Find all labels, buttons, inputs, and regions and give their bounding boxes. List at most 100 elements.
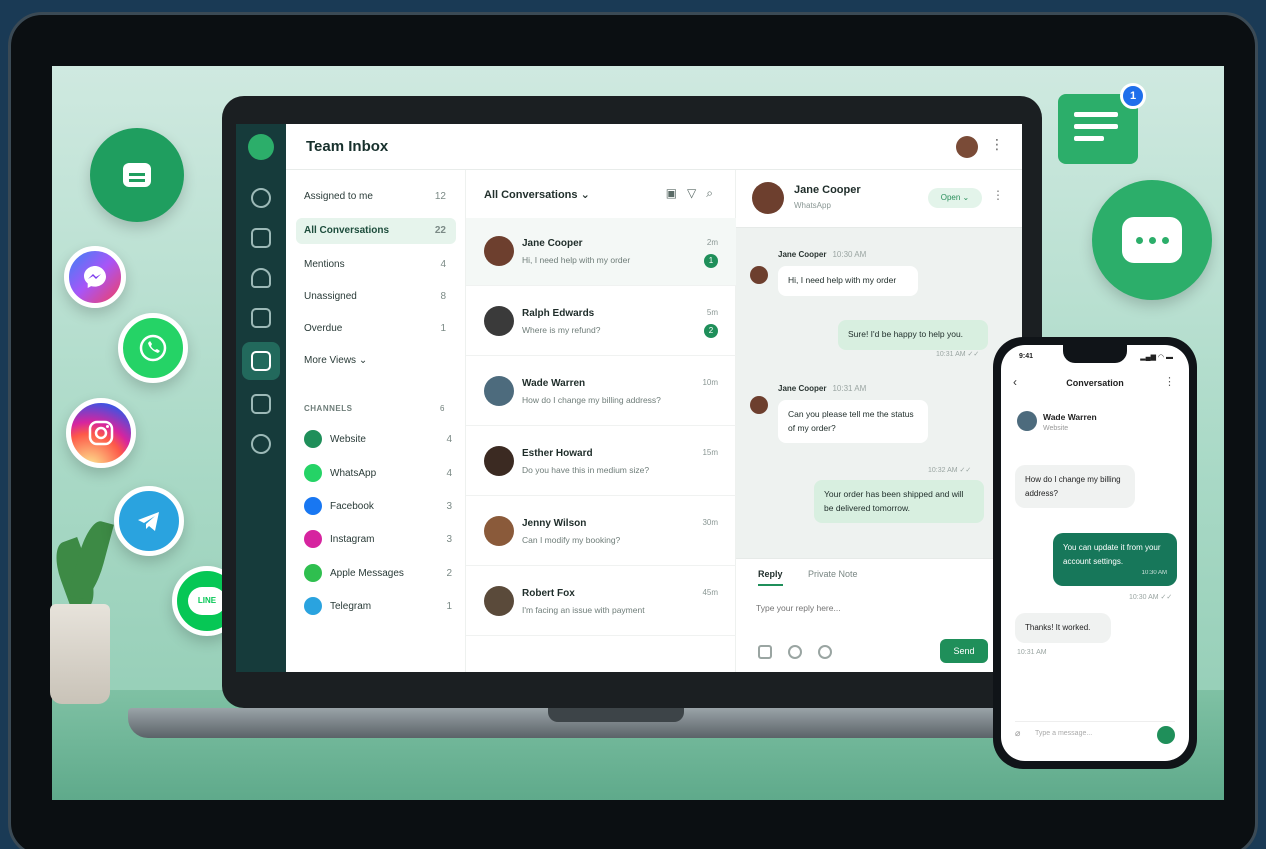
view-count: 22 — [434, 225, 446, 236]
view-overdue[interactable]: Overdue 1 — [296, 316, 456, 342]
views-panel: Assigned to me 12 All Conversations 22 Men… — [286, 170, 466, 672]
chat-pane: Jane Cooper WhatsApp Open ⌄ ⋮ Jane Coope… — [736, 170, 1022, 672]
view-count: 12 — [434, 191, 446, 202]
status-icons: ▂▄▆ ◠ ▬ — [1140, 354, 1173, 361]
message-preview: Hi, I need help with my order — [522, 255, 631, 265]
channel-apple-messages[interactable]: Apple Messages 2 — [304, 564, 456, 586]
contacts-icon[interactable] — [251, 268, 271, 288]
channel-count: 3 — [446, 534, 452, 545]
message-time: 10:31 AM ✓✓ — [936, 351, 980, 358]
view-all-conversations[interactable]: All Conversations 22 — [296, 218, 456, 244]
message-preview: Do you have this in medium size? — [522, 465, 650, 475]
view-count: 8 — [440, 291, 446, 302]
contact-name: Esther Howard — [522, 448, 593, 459]
conversation-item[interactable]: Esther Howard Do you have this in medium… — [466, 428, 736, 496]
outgoing-message: Your order has been shipped and will be … — [814, 480, 984, 524]
live-chat-icon — [1092, 180, 1212, 300]
conversation-item[interactable]: Ralph Edwards Where is my refund? 5m 2 — [466, 288, 736, 356]
list-tools[interactable]: ▣▽⌕ — [666, 186, 723, 201]
channel-label: Instagram — [330, 534, 375, 545]
user-avatar[interactable] — [956, 136, 978, 158]
conversation-item[interactable]: Wade Warren How do I change my billing a… — [466, 358, 736, 426]
instagram-icon — [304, 530, 322, 548]
status-dropdown[interactable]: Open ⌄ — [928, 188, 982, 208]
view-label: More Views ⌄ — [304, 355, 368, 366]
avatar — [484, 236, 514, 266]
view-count: 1 — [440, 323, 446, 334]
view-count: 4 — [440, 259, 446, 270]
conversation-item[interactable]: Robert Fox I'm facing an issue with paym… — [466, 568, 736, 636]
status-time: 9:41 — [1019, 353, 1034, 360]
message-preview: I'm facing an issue with payment — [522, 605, 645, 615]
plant-pot — [50, 604, 110, 704]
whatsapp-icon — [118, 313, 188, 383]
avatar — [484, 446, 514, 476]
chat-header: Jane Cooper WhatsApp Open ⌄ ⋮ — [736, 170, 1022, 228]
line-label: LINE — [188, 587, 226, 615]
reply-composer: Reply Private Note Send — [736, 558, 1022, 672]
channel-telegram[interactable]: Telegram 1 — [304, 597, 456, 619]
settings-icon[interactable] — [251, 434, 271, 454]
tab-private-note[interactable]: Private Note — [808, 569, 858, 579]
view-mentions[interactable]: Mentions 4 — [296, 252, 456, 278]
contact-name: Jane Cooper — [522, 238, 583, 249]
channel-website[interactable]: Website 4 — [304, 430, 456, 452]
phone-screen: 9:41 ▂▄▆ ◠ ▬ ‹ Conversation ⋮ Wade Warre… — [1001, 345, 1189, 761]
attachment-icon[interactable] — [758, 645, 772, 659]
conversations-icon[interactable] — [251, 351, 271, 371]
contact-name: Jane Cooper — [794, 184, 861, 196]
contact-name: Wade Warren — [522, 378, 586, 389]
message-time: 10:31 AM — [832, 384, 867, 393]
reply-input[interactable] — [756, 599, 986, 617]
message-time: 10:32 AM ✓✓ — [928, 467, 972, 474]
input-placeholder: Type a message... — [1035, 730, 1093, 737]
channel-facebook[interactable]: Facebook 3 — [304, 497, 456, 519]
avatar — [750, 266, 768, 284]
channel-instagram[interactable]: Instagram 3 — [304, 530, 456, 552]
inbox-app-icon — [90, 128, 184, 222]
avatar — [484, 516, 514, 546]
channel-count: 4 — [446, 468, 452, 479]
incoming-message: Hi, I need help with my order — [778, 266, 918, 296]
reports-icon[interactable] — [251, 394, 271, 414]
view-assigned-to-me[interactable]: Assigned to me 12 — [296, 184, 456, 210]
view-unassigned[interactable]: Unassigned 8 — [296, 284, 456, 310]
page-title: Team Inbox — [306, 138, 389, 155]
messenger-icon — [64, 246, 126, 308]
inbox-icon[interactable] — [251, 228, 271, 248]
conversation-item[interactable]: Jenny Wilson Can I modify my booking? 30… — [466, 498, 736, 566]
emoji-icon[interactable] — [788, 645, 802, 659]
channel-label: WhatsApp — [330, 468, 377, 479]
nav-rail — [236, 124, 286, 672]
avatar — [752, 182, 784, 214]
message-preview: Where is my refund? — [522, 325, 601, 335]
view-label: Assigned to me — [304, 191, 373, 202]
message-preview: How do I change my billing address? — [522, 395, 661, 405]
more-icon[interactable]: ⋮ — [1164, 375, 1175, 388]
channel-count: 1 — [446, 601, 452, 612]
channels-heading: CHANNELS — [304, 404, 353, 413]
more-icon[interactable]: ⋮ — [992, 188, 1004, 202]
home-icon[interactable] — [251, 188, 271, 208]
send-button[interactable] — [1157, 726, 1175, 744]
timestamp: 15m — [702, 448, 718, 457]
contact-name: Wade Warren — [1043, 412, 1097, 422]
timestamp: 45m — [702, 588, 718, 597]
template-icon[interactable] — [818, 645, 832, 659]
send-button[interactable]: Send — [940, 639, 988, 663]
more-icon[interactable]: ⋮ — [990, 136, 1004, 153]
view-more[interactable]: More Views ⌄ — [296, 348, 456, 374]
tab-reply[interactable]: Reply — [758, 569, 783, 586]
conversation-item[interactable]: Jane Cooper Hi, I need help with my orde… — [466, 218, 736, 286]
globe-icon — [304, 430, 322, 448]
attachment-icon[interactable]: ⌀ — [1015, 728, 1020, 739]
app-window: Team Inbox ⋮ Assigned to me 12 All Conver… — [236, 124, 1022, 672]
message-input[interactable]: ⌀ Type a message... — [1015, 721, 1175, 745]
conversation-filter[interactable]: All Conversations ⌄ — [484, 188, 590, 201]
book-icon[interactable] — [251, 308, 271, 328]
avatar — [484, 306, 514, 336]
channel-count: 2 — [446, 568, 452, 579]
unread-badge: 2 — [704, 324, 718, 338]
channel-whatsapp[interactable]: WhatsApp 4 — [304, 464, 456, 486]
telegram-icon — [304, 597, 322, 615]
